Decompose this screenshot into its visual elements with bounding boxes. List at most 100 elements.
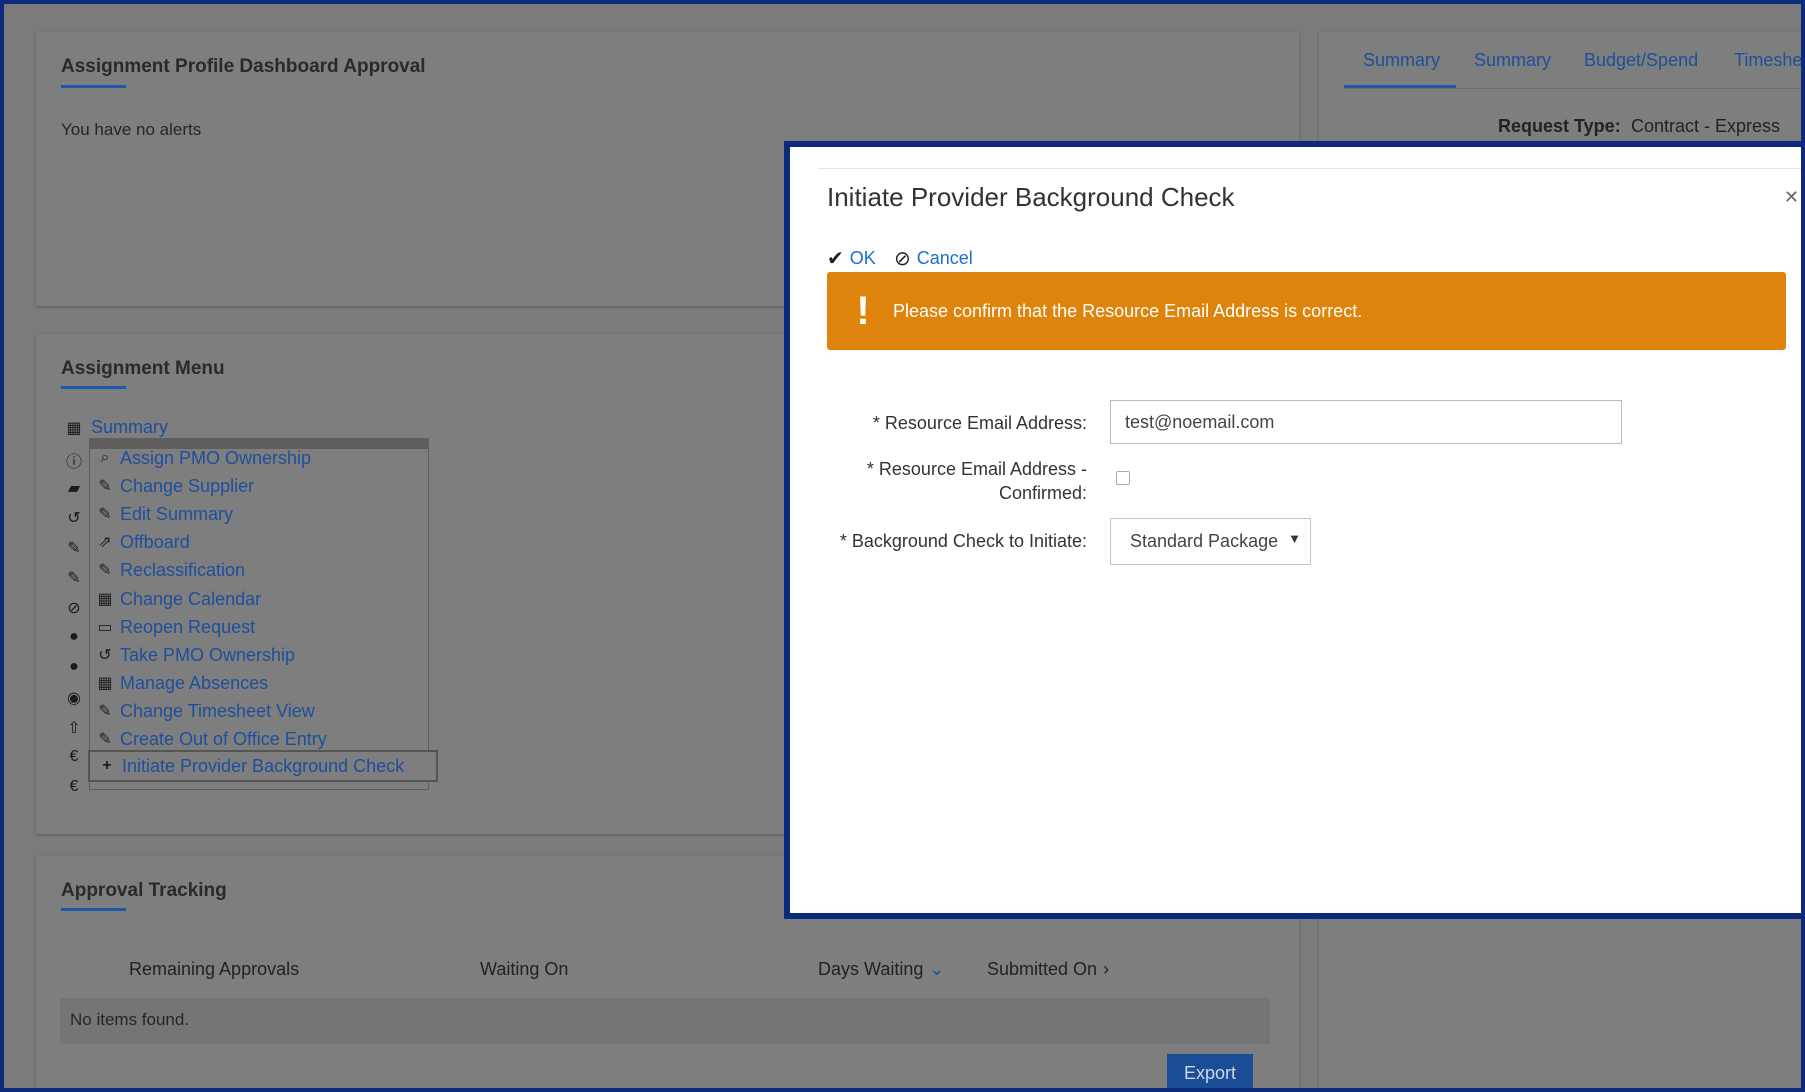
close-icon[interactable]: ✕ xyxy=(1784,187,1799,208)
pencil-icon: ✎ xyxy=(98,478,112,495)
dropdown-item-label: Create Out of Office Entry xyxy=(120,728,327,749)
user-icon: ● xyxy=(69,658,79,675)
email-field-label: * Resource Email Address: xyxy=(872,413,1087,433)
dropdown-item-label: Offboard xyxy=(120,531,190,552)
dropdown-item-label: Assign PMO Ownership xyxy=(120,447,312,468)
dropdown-item-label: Take PMO Ownership xyxy=(120,644,296,665)
assignment-actions-dropdown[interactable]: ⌕ Assign PMO Ownership ✎ Change Supplier… xyxy=(88,438,438,790)
euro-icon: € xyxy=(69,778,79,795)
column-waiting-on[interactable]: Waiting On xyxy=(480,959,568,980)
column-submitted-on-label: Submitted On xyxy=(987,959,1098,979)
dropdown-item[interactable]: ↺ Take PMO Ownership xyxy=(96,642,295,668)
column-days-waiting-label: Days Waiting xyxy=(818,959,924,979)
tabs-divider xyxy=(1344,88,1801,89)
dropdown-item[interactable]: ✎ Change Supplier xyxy=(96,473,254,499)
dropdown-item-label: Manage Absences xyxy=(120,672,269,693)
calendar-icon: ▦ xyxy=(97,675,113,692)
email-confirmed-label: * Resource Email Address - Confirmed: xyxy=(867,457,1087,505)
assignment-menu-title: Assignment Menu xyxy=(61,358,225,379)
alerts-panel-title: Assignment Profile Dashboard Approval xyxy=(61,56,426,77)
undo-icon: ↺ xyxy=(98,647,112,664)
dropdown-item[interactable]: ✎ Change Timesheet View xyxy=(96,698,315,724)
pencil-icon: ✎ xyxy=(67,540,81,557)
folder-open-icon: ▭ xyxy=(97,619,113,636)
title-underline xyxy=(61,386,126,389)
request-type-label: Request Type: xyxy=(1498,116,1621,136)
calendar-icon: ▦ xyxy=(97,591,113,608)
chevron-right-icon: › xyxy=(1103,959,1110,979)
ban-icon: ⊘ xyxy=(67,600,81,617)
dropdown-item[interactable]: ✎ Edit Summary xyxy=(96,501,233,527)
euro-icon: € xyxy=(69,748,79,765)
tab-summary-2[interactable]: Summary xyxy=(1474,50,1551,71)
undo-icon: ↺ xyxy=(67,510,81,527)
background-check-label: * Background Check to Initiate: xyxy=(839,531,1087,551)
pencil-icon: ✎ xyxy=(67,570,81,587)
dropdown-item-label: Change Supplier xyxy=(120,475,255,496)
alert-message: Please confirm that the Resource Email A… xyxy=(893,300,1363,321)
modal-title: Initiate Provider Background Check xyxy=(827,182,1235,212)
dropdown-item-label: Edit Summary xyxy=(120,503,234,524)
email-confirmed-label-line1: * Resource Email Address - xyxy=(866,459,1087,479)
pencil-icon: ✎ xyxy=(98,506,112,523)
resource-email-field[interactable] xyxy=(1110,400,1622,444)
menu-link-summary[interactable]: Summary xyxy=(91,417,168,438)
email-confirmed-checkbox[interactable] xyxy=(1116,471,1130,485)
request-type-value: Contract - Express xyxy=(1631,116,1781,136)
title-underline xyxy=(61,908,126,911)
eye-icon: ◉ xyxy=(67,690,81,707)
cancel-label: Cancel xyxy=(916,248,973,268)
user-icon: ● xyxy=(69,628,79,645)
upload-icon: ⇧ xyxy=(67,720,81,737)
warning-alert: ! Please confirm that the Resource Email… xyxy=(827,272,1786,350)
background-check-select[interactable]: Standard Package ▼ xyxy=(1110,518,1311,565)
empty-table-row: No items found. xyxy=(60,998,1270,1044)
dropdown-item-label: Reclassification xyxy=(120,559,246,580)
dropdown-item-label: Change Calendar xyxy=(120,588,262,609)
column-remaining-approvals[interactable]: Remaining Approvals xyxy=(129,959,299,980)
dropdown-item-label: Reopen Request xyxy=(120,616,256,637)
dropdown-item[interactable]: ✎ Reclassification xyxy=(96,557,245,583)
ok-label: OK xyxy=(849,248,876,268)
column-submitted-on[interactable]: Submitted On › xyxy=(987,959,1109,980)
empty-message: No items found. xyxy=(70,1010,190,1029)
background-check-modal: Initiate Provider Background Check ✕ ✔ O… xyxy=(784,141,1801,919)
search-icon: ⌕ xyxy=(100,449,110,466)
exclamation-icon: ! xyxy=(856,288,870,333)
dropdown-item-label: Initiate Provider Background Check xyxy=(122,755,405,776)
modal-header-divider xyxy=(818,168,1801,169)
dropdown-item[interactable]: ▭ Reopen Request xyxy=(96,614,255,640)
book-icon: ▰ xyxy=(67,480,81,497)
pencil-icon: ✎ xyxy=(98,731,112,748)
plus-icon: + xyxy=(102,757,112,774)
pencil-icon: ✎ xyxy=(98,562,112,579)
info-icon: ⓘ xyxy=(65,454,82,471)
share-icon: ⇗ xyxy=(98,534,112,551)
cancel-button[interactable]: ⊘ Cancel xyxy=(894,246,973,271)
caret-down-icon: ▼ xyxy=(1288,531,1301,546)
check-icon: ✔ xyxy=(827,248,844,270)
ban-icon: ⊘ xyxy=(894,248,911,270)
export-button[interactable]: Export xyxy=(1167,1054,1253,1088)
column-days-waiting[interactable]: Days Waiting ⌄ xyxy=(818,959,944,980)
dropdown-item[interactable]: ⌕ Assign PMO Ownership xyxy=(96,445,312,471)
tab-budget-spend[interactable]: Budget/Spend xyxy=(1584,50,1698,71)
dropdown-item[interactable]: ▦ Manage Absences xyxy=(96,670,268,696)
email-confirmed-label-line2: Confirmed: xyxy=(998,483,1087,503)
approval-tracking-title: Approval Tracking xyxy=(61,880,227,901)
dropdown-item-label: Change Timesheet View xyxy=(120,700,315,721)
dropdown-item[interactable]: ▦ Change Calendar xyxy=(96,586,261,612)
screen-backdrop: Assignment Profile Dashboard Approval Yo… xyxy=(4,4,1801,1088)
tab-summary[interactable]: Summary xyxy=(1363,50,1440,71)
alerts-message: You have no alerts xyxy=(61,120,202,139)
calendar-icon: ▦ xyxy=(66,420,82,437)
pencil-icon: ✎ xyxy=(98,703,112,720)
tab-timesheets[interactable]: Timeshe xyxy=(1734,50,1801,71)
background-check-selected-value: Standard Package xyxy=(1130,531,1279,551)
chevron-down-icon: ⌄ xyxy=(929,959,945,979)
title-underline xyxy=(61,85,126,88)
dropdown-item[interactable]: ⇗ Offboard xyxy=(96,529,190,555)
ok-button[interactable]: ✔ OK xyxy=(827,246,876,271)
dropdown-item-initiate-background-check[interactable]: + Initiate Provider Background Check xyxy=(88,750,438,782)
dropdown-item[interactable]: ✎ Create Out of Office Entry xyxy=(96,726,327,752)
